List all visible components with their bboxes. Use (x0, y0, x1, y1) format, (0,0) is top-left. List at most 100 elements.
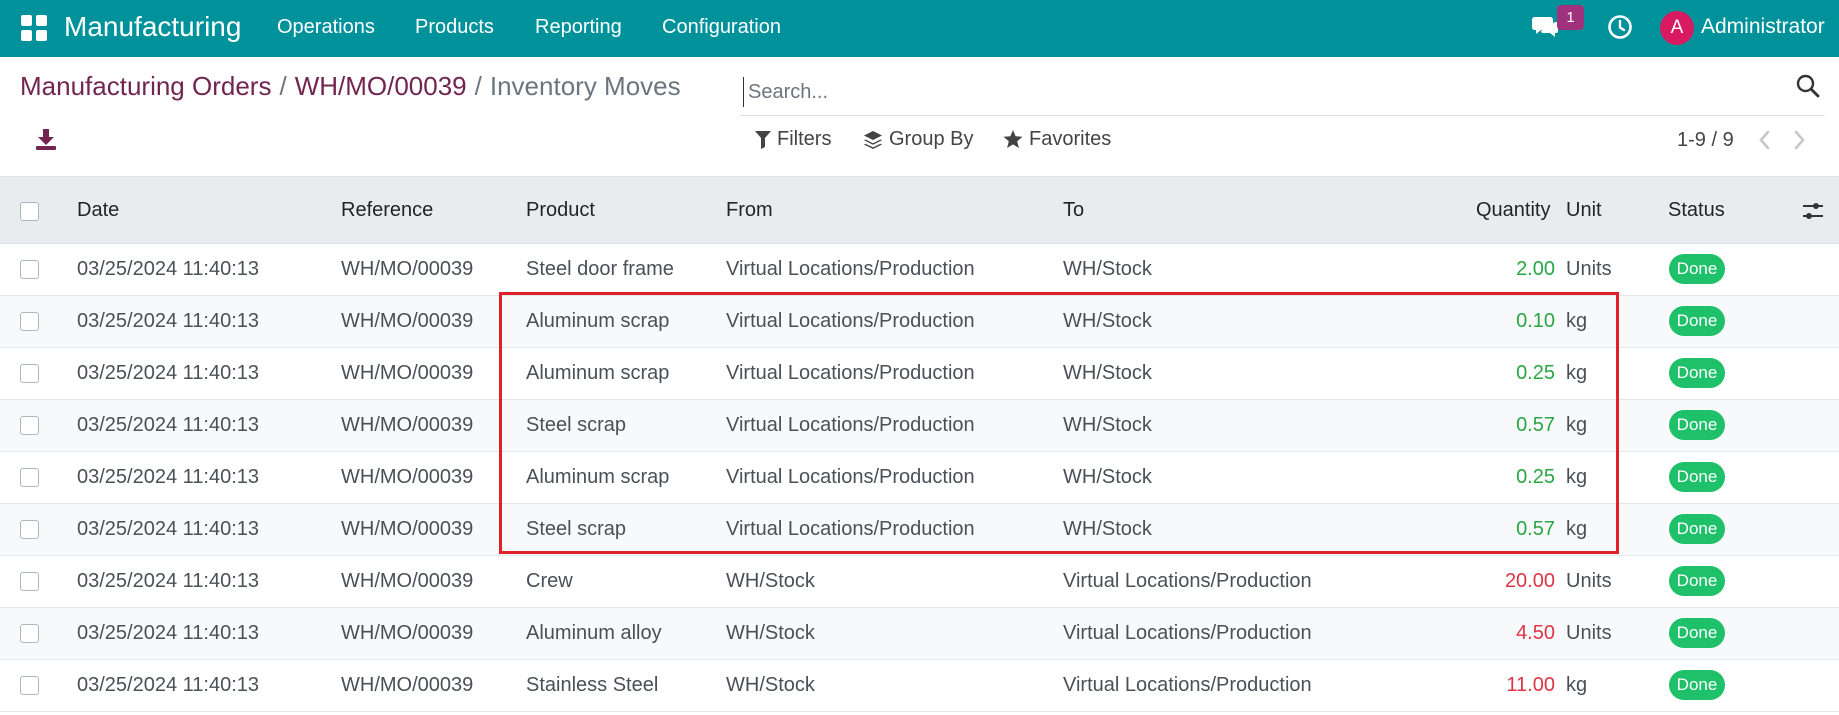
row-checkbox[interactable] (20, 416, 39, 435)
table-row[interactable]: 03/25/2024 11:40:13 WH/MO/00039 Aluminum a… (0, 608, 1839, 660)
table-row[interactable]: 03/25/2024 11:40:13 WH/MO/00039 Steel door… (0, 244, 1839, 296)
cell-reference: WH/MO/00039 (341, 310, 474, 332)
status-badge: Done (1669, 254, 1725, 284)
pager-next-icon[interactable] (1789, 129, 1809, 151)
cell-to: WH/Stock (1063, 414, 1152, 436)
status-badge: Done (1669, 410, 1725, 440)
select-all-checkbox[interactable] (20, 202, 39, 221)
menu-configuration[interactable]: Configuration (662, 16, 781, 39)
cell-unit: kg (1566, 518, 1588, 540)
cell-to: WH/Stock (1063, 466, 1152, 488)
cell-reference: WH/MO/00039 (341, 362, 474, 384)
cell-from: Virtual Locations/Production (726, 518, 975, 540)
cell-to: Virtual Locations/Production (1063, 570, 1312, 592)
cell-from: Virtual Locations/Production (726, 466, 975, 488)
cell-quantity: 4.50 (1516, 622, 1555, 644)
column-status[interactable]: Status (1668, 199, 1725, 222)
filter-funnel-icon (755, 130, 771, 149)
breadcrumb-mo-reference[interactable]: WH/MO/00039 (295, 71, 467, 101)
row-checkbox[interactable] (20, 364, 39, 383)
cell-product: Aluminum scrap (526, 310, 670, 332)
status-badge: Done (1669, 306, 1725, 336)
star-icon (1003, 130, 1023, 148)
favorites-label: Favorites (1029, 128, 1112, 150)
column-from[interactable]: From (726, 199, 773, 222)
cell-product: Aluminum alloy (526, 622, 662, 644)
cell-date: 03/25/2024 11:40:13 (77, 362, 260, 384)
cell-to: WH/Stock (1063, 310, 1152, 332)
cell-date: 03/25/2024 11:40:13 (77, 570, 260, 592)
app-brand[interactable]: Manufacturing (64, 11, 241, 43)
row-checkbox[interactable] (20, 520, 39, 539)
cell-quantity: 0.25 (1516, 466, 1555, 488)
cell-quantity: 2.00 (1516, 258, 1555, 280)
cell-to: WH/Stock (1063, 518, 1152, 540)
pager-value[interactable]: 1-9 / 9 (1677, 129, 1734, 152)
row-checkbox[interactable] (20, 676, 39, 695)
apps-menu-icon[interactable] (21, 15, 47, 41)
cell-from: WH/Stock (726, 570, 815, 592)
discuss-icon[interactable] (1531, 14, 1559, 40)
table-row[interactable]: 03/25/2024 11:40:13 WH/MO/00039 Aluminum s… (0, 348, 1839, 400)
menu-operations[interactable]: Operations (277, 16, 375, 39)
column-to[interactable]: To (1063, 199, 1084, 222)
status-badge: Done (1669, 358, 1725, 388)
cell-unit: kg (1566, 674, 1588, 696)
row-checkbox[interactable] (20, 572, 39, 591)
cell-to: Virtual Locations/Production (1063, 674, 1312, 696)
cell-date: 03/25/2024 11:40:13 (77, 258, 260, 280)
column-quantity[interactable]: Quantity (1476, 199, 1550, 222)
cell-quantity: 0.57 (1516, 414, 1555, 436)
activity-clock-icon[interactable] (1607, 14, 1633, 40)
search-input[interactable] (743, 77, 1743, 107)
column-reference[interactable]: Reference (341, 199, 433, 222)
row-checkbox[interactable] (20, 312, 39, 331)
column-product[interactable]: Product (526, 199, 595, 222)
optional-columns-icon[interactable] (1801, 199, 1825, 223)
column-date[interactable]: Date (77, 199, 119, 222)
row-checkbox[interactable] (20, 624, 39, 643)
favorites-button[interactable]: Favorites (1003, 128, 1111, 151)
message-count-badge: 1 (1557, 5, 1584, 30)
menu-reporting[interactable]: Reporting (535, 16, 622, 39)
group-by-button[interactable]: Group By (863, 128, 973, 151)
cell-date: 03/25/2024 11:40:13 (77, 674, 260, 696)
top-navbar: Manufacturing Operations Products Report… (0, 0, 1839, 57)
table-row[interactable]: 03/25/2024 11:40:13 WH/MO/00039 Steel scra… (0, 400, 1839, 452)
table-row[interactable]: 03/25/2024 11:40:13 WH/MO/00039 Aluminum s… (0, 296, 1839, 348)
pager-previous-icon[interactable] (1755, 129, 1775, 151)
menu-products[interactable]: Products (415, 16, 494, 39)
cell-date: 03/25/2024 11:40:13 (77, 414, 260, 436)
breadcrumb-manufacturing-orders[interactable]: Manufacturing Orders (20, 71, 271, 101)
cell-quantity: 0.25 (1516, 362, 1555, 384)
breadcrumb-separator: / (474, 71, 482, 101)
table-row[interactable]: 03/25/2024 11:40:13 WH/MO/00039 Crew WH/Sto… (0, 556, 1839, 608)
cell-unit: kg (1566, 414, 1588, 436)
table-row[interactable]: 03/25/2024 11:40:13 WH/MO/00039 Steel scra… (0, 504, 1839, 556)
status-badge: Done (1669, 566, 1725, 596)
filters-button[interactable]: Filters (755, 128, 831, 151)
cell-product: Crew (526, 570, 573, 592)
row-checkbox[interactable] (20, 468, 39, 487)
cell-from: Virtual Locations/Production (726, 258, 975, 280)
breadcrumb: Manufacturing Orders / WH/MO/00039/Invento… (20, 71, 681, 102)
status-badge: Done (1669, 462, 1725, 492)
table-row[interactable]: 03/25/2024 11:40:13 WH/MO/00039 Stainless … (0, 660, 1839, 712)
breadcrumb-separator: / (279, 71, 287, 101)
search-icon[interactable] (1795, 73, 1821, 99)
user-menu-name[interactable]: Administrator (1701, 15, 1825, 39)
breadcrumb-current: Inventory Moves (489, 71, 681, 101)
cell-product: Aluminum scrap (526, 362, 670, 384)
cell-reference: WH/MO/00039 (341, 570, 474, 592)
search-bar (739, 70, 1825, 116)
cell-from: WH/Stock (726, 622, 815, 644)
cell-quantity: 11.00 (1506, 674, 1555, 696)
column-unit[interactable]: Unit (1566, 199, 1602, 222)
cell-date: 03/25/2024 11:40:13 (77, 622, 260, 644)
cell-product: Steel door frame (526, 258, 674, 280)
cell-reference: WH/MO/00039 (341, 414, 474, 436)
download-icon[interactable] (34, 127, 58, 151)
table-row[interactable]: 03/25/2024 11:40:13 WH/MO/00039 Aluminum s… (0, 452, 1839, 504)
user-avatar[interactable]: A (1660, 11, 1694, 45)
row-checkbox[interactable] (20, 260, 39, 279)
